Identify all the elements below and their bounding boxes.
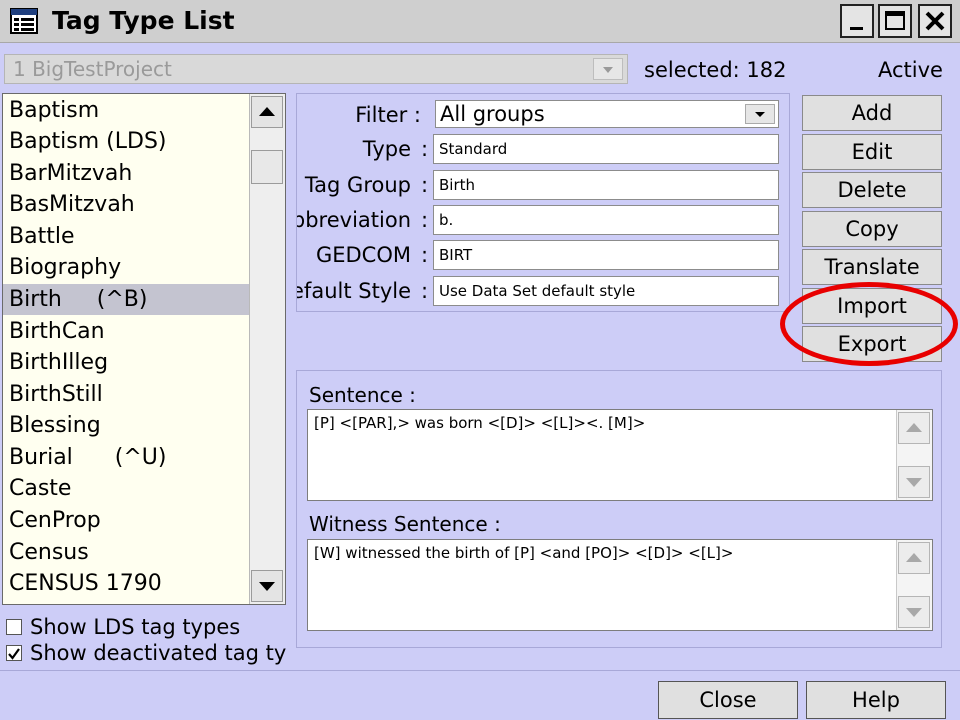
sentence-panel: Sentence : [P] <[PAR],> was born <[D]> <… [296,370,942,648]
list-item[interactable]: Biography [3,252,249,283]
default-style-label: efault Style [296,279,411,303]
list-item[interactable]: Baptism [3,95,249,126]
filter-select[interactable]: All groups [435,100,779,128]
project-select-value: 1 BigTestProject [13,57,172,81]
project-select[interactable]: 1 BigTestProject [4,54,628,84]
close-window-button[interactable] [918,4,952,38]
chevron-down-icon [603,67,613,73]
arrow-up-icon [259,107,275,116]
type-label: Type [362,137,411,161]
selected-count: selected: 182 [644,58,787,82]
default-style-colon: : [421,279,429,303]
gedcom-field[interactable]: BIRT [433,240,779,270]
witness-sentence-text: [W] witnessed the birth of [P] <and [PO]… [314,544,734,562]
scroll-thumb[interactable] [251,150,283,184]
close-icon [925,11,945,31]
type-colon: : [421,137,429,161]
maximize-icon [885,11,905,30]
abbreviation-field[interactable]: b. [433,205,779,235]
window-title: Tag Type List [52,6,235,35]
show-deactivated-checkbox[interactable] [6,645,22,661]
show-deactivated-label: Show deactivated tag type [30,641,286,665]
tag-list-scrollbar[interactable] [249,94,285,604]
arrow-down-icon [906,608,922,617]
list-item[interactable]: Baptism (LDS) [3,126,249,157]
chevron-down-icon [755,112,765,117]
tag-group-colon: : [421,173,429,197]
sentence-text: [P] <[PAR],> was born <[D]> <[L]><. [M]> [314,414,646,432]
list-item[interactable]: BirthStill [3,379,249,410]
default-style-field[interactable]: Use Data Set default style [433,276,779,306]
witness-sentence-scrollbar[interactable] [896,540,932,630]
tag-type-list[interactable]: Baptism Baptism (LDS) BarMitzvah BasMitz… [2,93,286,605]
arrow-up-icon [906,423,922,432]
list-item[interactable]: Caste [3,473,249,504]
gedcom-label: GEDCOM [315,243,411,267]
scroll-down-button[interactable] [898,466,930,498]
list-item[interactable]: BirthIlleg [3,347,249,378]
scroll-up-button[interactable] [251,96,283,128]
close-button[interactable]: Close [658,681,798,719]
tag-type-list-window: Tag Type List 1 BigTestProject selected:… [0,0,960,720]
list-item[interactable]: Census [3,537,249,568]
minimize-button[interactable] [840,4,874,38]
translate-button[interactable]: Translate [802,249,942,285]
scroll-up-button[interactable] [898,542,930,574]
abbreviation-colon: : [421,208,429,232]
bottom-separator [0,670,960,671]
show-lds-checkbox[interactable] [6,619,22,635]
import-button[interactable]: Import [802,288,942,324]
filter-select-value: All groups [440,102,545,126]
sentence-label: Sentence : [309,383,416,407]
tag-details-panel: Filter : All groups Type : Standard Tag … [296,93,790,312]
abbreviation-label: bbreviation [296,208,411,232]
copy-button[interactable]: Copy [802,211,942,247]
arrow-down-icon [259,582,275,591]
list-item[interactable]: BasMitzvah [3,189,249,220]
list-item-selected[interactable]: Birth (^B) [3,284,249,315]
title-bar: Tag Type List [0,0,960,43]
sentence-scrollbar[interactable] [896,410,932,500]
project-select-arrow[interactable] [593,58,623,80]
tag-group-field[interactable]: Birth [433,170,779,200]
tag-group-label: Tag Group [304,173,411,197]
list-window-icon [10,8,38,34]
witness-sentence-textarea[interactable]: [W] witnessed the birth of [P] <and [PO]… [307,539,933,631]
scroll-up-button[interactable] [898,412,930,444]
edit-button[interactable]: Edit [802,134,942,170]
witness-sentence-label: Witness Sentence : [309,512,501,536]
list-item[interactable]: BirthCan [3,316,249,347]
status-text: Active [878,58,943,82]
add-button[interactable]: Add [802,95,942,131]
export-button[interactable]: Export [802,326,942,362]
sentence-textarea[interactable]: [P] <[PAR],> was born <[D]> <[L]><. [M]> [307,409,933,501]
help-button[interactable]: Help [806,681,946,719]
arrow-up-icon [906,553,922,562]
list-item[interactable]: Battle [3,221,249,252]
list-item[interactable]: Blessing [3,410,249,441]
show-lds-label: Show LDS tag types [30,615,241,639]
scroll-down-button[interactable] [898,596,930,628]
list-item[interactable]: BarMitzvah [3,158,249,189]
filter-select-arrow[interactable] [745,104,775,124]
checkmark-icon [8,648,20,660]
filter-label: Filter : [355,103,421,127]
list-item[interactable]: CenProp [3,505,249,536]
scroll-down-button[interactable] [251,570,283,602]
list-item[interactable]: Burial (^U) [3,442,249,473]
type-field[interactable]: Standard [433,134,779,164]
list-item[interactable]: CENSUS 1790 [3,568,249,599]
delete-button[interactable]: Delete [802,172,942,208]
gedcom-colon: : [421,243,429,267]
maximize-button[interactable] [878,4,912,38]
arrow-down-icon [906,478,922,487]
minimize-icon [850,27,863,30]
